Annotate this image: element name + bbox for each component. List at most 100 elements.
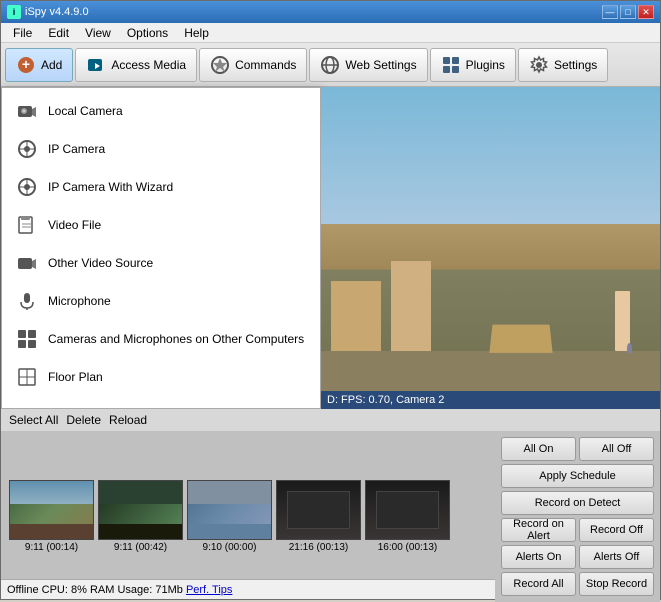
- thumbnail-image-1: [9, 480, 94, 540]
- thumbnail-item-5[interactable]: 16:00 (00:13): [365, 480, 450, 553]
- thumbnail-item-2[interactable]: 9:11 (00:42): [98, 480, 183, 553]
- all-on-button[interactable]: All On: [501, 437, 576, 461]
- title-bar-left: i iSpy v4.4.9.0: [7, 5, 89, 19]
- dropdown-ip-camera[interactable]: IP Camera: [2, 130, 320, 168]
- thumbnail-item-1[interactable]: 9:11 (00:14): [9, 480, 94, 553]
- toolbar-web-settings-button[interactable]: Web Settings: [309, 48, 427, 82]
- record-on-detect-row: Record on Detect: [501, 491, 654, 515]
- record-all-button[interactable]: Record All: [501, 572, 576, 596]
- floor-plan-icon: [16, 366, 38, 388]
- record-on-detect-button[interactable]: Record on Detect: [501, 491, 654, 515]
- window-title: iSpy v4.4.9.0: [25, 6, 89, 18]
- ip-camera-wizard-label: IP Camera With Wizard: [48, 180, 173, 194]
- alerts-row: Alerts On Alerts Off: [501, 545, 654, 569]
- toolbar-settings-button[interactable]: Settings: [518, 48, 608, 82]
- dropdown-cameras-microphones[interactable]: Cameras and Microphones on Other Compute…: [2, 320, 320, 358]
- ip-camera-wizard-icon: [16, 176, 38, 198]
- record-on-alert-row: Record on Alert Record Off: [501, 518, 654, 542]
- cameras-microphones-icon: [16, 328, 38, 350]
- camera-preview: FPS: 0.70 8/20/2013 11:58 AM D: FPS: 0.7…: [321, 87, 660, 409]
- thumbnail-image-2: [98, 480, 183, 540]
- microphone-label: Microphone: [48, 294, 111, 308]
- main-window: i iSpy v4.4.9.0 — □ ✕ File Edit View Opt…: [0, 0, 661, 600]
- apply-schedule-row: Apply Schedule: [501, 464, 654, 488]
- upper-area: Local Camera IP Camera: [1, 87, 660, 409]
- dropdown-microphone[interactable]: Microphone: [2, 282, 320, 320]
- thumbnails-toolbar: Select All Delete Reload: [1, 409, 660, 431]
- thumbnail-label-2: 9:11 (00:42): [114, 542, 167, 553]
- delete-button[interactable]: Delete: [66, 413, 101, 427]
- title-bar: i iSpy v4.4.9.0 — □ ✕: [1, 1, 660, 23]
- video-file-icon: [16, 214, 38, 236]
- ip-camera-icon: [16, 138, 38, 160]
- video-file-label: Video File: [48, 218, 101, 232]
- dropdown-local-camera[interactable]: Local Camera: [2, 92, 320, 130]
- other-video-icon: [16, 252, 38, 274]
- reload-button[interactable]: Reload: [109, 413, 147, 427]
- menu-bar: File Edit View Options Help: [1, 23, 660, 43]
- other-video-label: Other Video Source: [48, 256, 153, 270]
- thumbnails-row: 9:11 (00:14) 9:11 (00:42): [1, 431, 495, 602]
- maximize-button[interactable]: □: [620, 5, 636, 19]
- minimize-button[interactable]: —: [602, 5, 618, 19]
- add-icon: +: [16, 55, 36, 75]
- floor-plan-label: Floor Plan: [48, 370, 103, 384]
- preview-label: D: FPS: 0.70, Camera 2: [321, 391, 660, 409]
- settings-icon: [529, 55, 549, 75]
- alerts-on-button[interactable]: Alerts On: [501, 545, 576, 569]
- thumbnails-area: Select All Delete Reload 9:11 (00:14): [1, 409, 660, 579]
- local-camera-icon: [16, 100, 38, 122]
- main-content: Local Camera IP Camera: [1, 87, 660, 579]
- thumbnail-label-5: 16:00 (00:13): [378, 542, 438, 553]
- thumbnail-item-3[interactable]: 9:10 (00:00): [187, 480, 272, 553]
- access-media-label: Access Media: [111, 58, 186, 72]
- app-icon: i: [7, 5, 21, 19]
- access-media-icon: [86, 55, 106, 75]
- local-camera-label: Local Camera: [48, 104, 123, 118]
- thumbnail-label-3: 9:10 (00:00): [203, 542, 257, 553]
- thumbnail-image-5: [365, 480, 450, 540]
- menu-file[interactable]: File: [5, 24, 40, 42]
- menu-view[interactable]: View: [77, 24, 119, 42]
- settings-label: Settings: [554, 58, 597, 72]
- commands-label: Commands: [235, 58, 296, 72]
- toolbar-commands-button[interactable]: Commands: [199, 48, 307, 82]
- thumbnail-item-4[interactable]: 21:16 (00:13): [276, 480, 361, 553]
- toolbar: + Add Access Media Commands: [1, 43, 660, 87]
- plugins-label: Plugins: [466, 58, 505, 72]
- record-off-button[interactable]: Record Off: [579, 518, 654, 542]
- select-all-button[interactable]: Select All: [9, 413, 58, 427]
- thumbnail-image-4: [276, 480, 361, 540]
- menu-help[interactable]: Help: [176, 24, 217, 42]
- record-on-alert-button[interactable]: Record on Alert: [501, 518, 576, 542]
- close-button[interactable]: ✕: [638, 5, 654, 19]
- menu-options[interactable]: Options: [119, 24, 176, 42]
- dropdown-floor-plan[interactable]: Floor Plan: [2, 358, 320, 396]
- cameras-microphones-label: Cameras and Microphones on Other Compute…: [48, 332, 304, 346]
- commands-icon: [210, 55, 230, 75]
- thumbnail-label-1: 9:11 (00:14): [25, 542, 78, 553]
- stop-record-button[interactable]: Stop Record: [579, 572, 654, 596]
- dropdown-video-file[interactable]: Video File: [2, 206, 320, 244]
- all-off-button[interactable]: All Off: [579, 437, 654, 461]
- toolbar-add-button[interactable]: + Add: [5, 48, 73, 82]
- dropdown-other-video[interactable]: Other Video Source: [2, 244, 320, 282]
- preview-image: FPS: 0.70 8/20/2013 11:58 AM: [321, 87, 660, 391]
- web-settings-icon: [320, 55, 340, 75]
- all-on-off-row: All On All Off: [501, 437, 654, 461]
- apply-schedule-button[interactable]: Apply Schedule: [501, 464, 654, 488]
- thumbnail-label-4: 21:16 (00:13): [289, 542, 349, 553]
- microphone-icon: [16, 290, 38, 312]
- alerts-off-button[interactable]: Alerts Off: [579, 545, 654, 569]
- thumbnail-image-3: [187, 480, 272, 540]
- toolbar-access-media-button[interactable]: Access Media: [75, 48, 197, 82]
- svg-text:+: +: [22, 56, 30, 72]
- dropdown-ip-camera-wizard[interactable]: IP Camera With Wizard: [2, 168, 320, 206]
- toolbar-plugins-button[interactable]: Plugins: [430, 48, 516, 82]
- menu-edit[interactable]: Edit: [40, 24, 77, 42]
- add-label: Add: [41, 58, 62, 72]
- add-dropdown-menu: Local Camera IP Camera: [1, 87, 321, 409]
- record-all-row: Record All Stop Record: [501, 572, 654, 596]
- ip-camera-label: IP Camera: [48, 142, 105, 156]
- web-settings-label: Web Settings: [345, 58, 416, 72]
